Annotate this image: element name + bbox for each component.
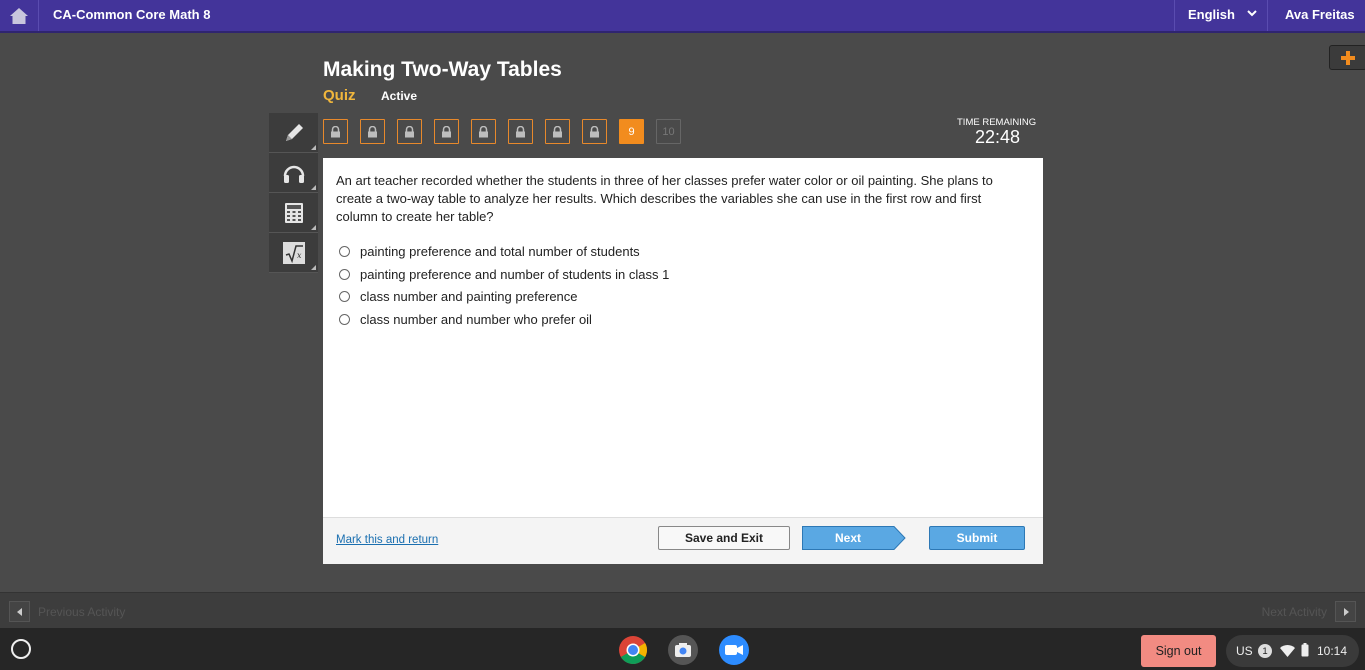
question-nav-item[interactable] — [360, 119, 385, 144]
answer-choice[interactable]: class number and painting preference — [339, 285, 669, 308]
answer-choice[interactable]: class number and number who prefer oil — [339, 308, 669, 331]
question-nav-item[interactable] — [323, 119, 348, 144]
page-title: Making Two-Way Tables — [323, 58, 562, 81]
quiz-status: Active — [381, 89, 418, 103]
notification-badge: 1 — [1258, 644, 1272, 658]
mark-and-return-link[interactable]: Mark this and return — [336, 534, 438, 546]
question-nav-item[interactable] — [471, 119, 496, 144]
previous-activity-button[interactable]: Previous Activity — [9, 601, 125, 622]
quiz-type-label: Quiz — [323, 87, 356, 104]
answer-choice-label: class number and number who prefer oil — [360, 311, 592, 327]
lock-icon — [442, 125, 451, 137]
answer-choice[interactable]: painting preference and number of studen… — [339, 263, 669, 286]
save-and-exit-button[interactable]: Save and Exit — [658, 526, 790, 550]
formula-icon: x — [282, 241, 305, 264]
tool-formula[interactable]: x — [269, 233, 318, 273]
radio-button[interactable] — [339, 291, 350, 303]
camera-icon[interactable] — [668, 635, 698, 665]
sign-out-button[interactable]: Sign out — [1141, 635, 1216, 667]
lock-icon — [590, 125, 599, 137]
question-nav-number: 9 — [628, 125, 635, 138]
question-nav-item[interactable] — [397, 119, 422, 144]
submit-button[interactable]: Submit — [929, 526, 1025, 550]
top-bar: CA-Common Core Math 8 English Ava Freita… — [0, 0, 1365, 33]
home-icon — [10, 7, 28, 24]
question-nav-item[interactable]: 9 — [619, 119, 644, 144]
language-selector[interactable]: English — [1174, 0, 1268, 31]
next-button[interactable]: Next — [802, 526, 906, 550]
question-text: An art teacher recorded whether the stud… — [336, 173, 993, 224]
next-activity-label: Next Activity — [1261, 604, 1327, 619]
arrow-left-icon — [9, 601, 30, 622]
previous-activity-label: Previous Activity — [38, 604, 126, 619]
answer-choice-label: class number and painting preference — [360, 289, 578, 305]
radio-button[interactable] — [339, 313, 350, 325]
chevron-down-icon — [1247, 10, 1257, 17]
question-nav-item[interactable]: 10 — [656, 119, 681, 144]
radio-button[interactable] — [339, 245, 350, 257]
question-nav-number: 10 — [662, 125, 675, 138]
plus-icon — [1341, 50, 1355, 65]
arrow-right-icon — [1335, 601, 1356, 622]
svg-text:x: x — [297, 251, 302, 260]
wifi-icon — [1280, 645, 1295, 657]
radio-button[interactable] — [339, 268, 350, 280]
lock-icon — [405, 125, 414, 137]
answer-choice-label: painting preference and number of studen… — [360, 266, 670, 282]
activity-nav-bar: Previous Activity Next Activity — [0, 592, 1365, 628]
tool-palette: x — [269, 113, 318, 273]
next-activity-button[interactable]: Next Activity — [1262, 601, 1356, 622]
lock-icon — [331, 125, 340, 137]
tool-calculator[interactable] — [269, 193, 318, 233]
course-title: CA-Common Core Math 8 — [53, 7, 211, 22]
question-panel: An art teacher recorded whether the stud… — [323, 158, 1043, 564]
battery-icon — [1301, 643, 1309, 657]
pencil-icon — [285, 123, 303, 141]
tool-audio[interactable] — [269, 153, 318, 193]
locale-indicator: US — [1236, 644, 1253, 658]
lock-icon — [368, 125, 377, 137]
lock-icon — [553, 125, 562, 137]
timer-value: 22:48 — [975, 127, 1021, 147]
answer-choices: painting preference and total number of … — [339, 240, 669, 331]
tool-pencil[interactable] — [269, 113, 318, 153]
add-button[interactable] — [1329, 45, 1365, 70]
answer-choice[interactable]: painting preference and total number of … — [339, 240, 669, 263]
question-nav-item[interactable] — [508, 119, 533, 144]
launcher-icon[interactable] — [11, 639, 31, 659]
os-shelf: Sign out US 1 10:14 — [0, 628, 1365, 670]
user-name[interactable]: Ava Freitas — [1285, 7, 1355, 22]
status-tray[interactable]: US 1 10:14 — [1226, 635, 1359, 667]
zoom-icon[interactable] — [719, 635, 749, 665]
question-navigator: 9 10 — [323, 119, 681, 144]
next-button-label: Next — [834, 531, 861, 545]
lock-icon — [516, 125, 525, 137]
question-nav-item[interactable] — [582, 119, 607, 144]
question-nav-item[interactable] — [545, 119, 570, 144]
question-footer: Mark this and return Save and Exit Next … — [323, 517, 1043, 564]
clock: 10:14 — [1317, 644, 1348, 658]
answer-choice-label: painting preference and total number of … — [360, 243, 640, 259]
language-label: English — [1188, 7, 1235, 22]
headphones-icon — [283, 165, 304, 183]
lock-icon — [479, 125, 488, 137]
calculator-icon — [284, 202, 303, 223]
chrome-icon[interactable] — [618, 635, 648, 665]
question-nav-item[interactable] — [434, 119, 459, 144]
home-button[interactable] — [0, 0, 39, 31]
